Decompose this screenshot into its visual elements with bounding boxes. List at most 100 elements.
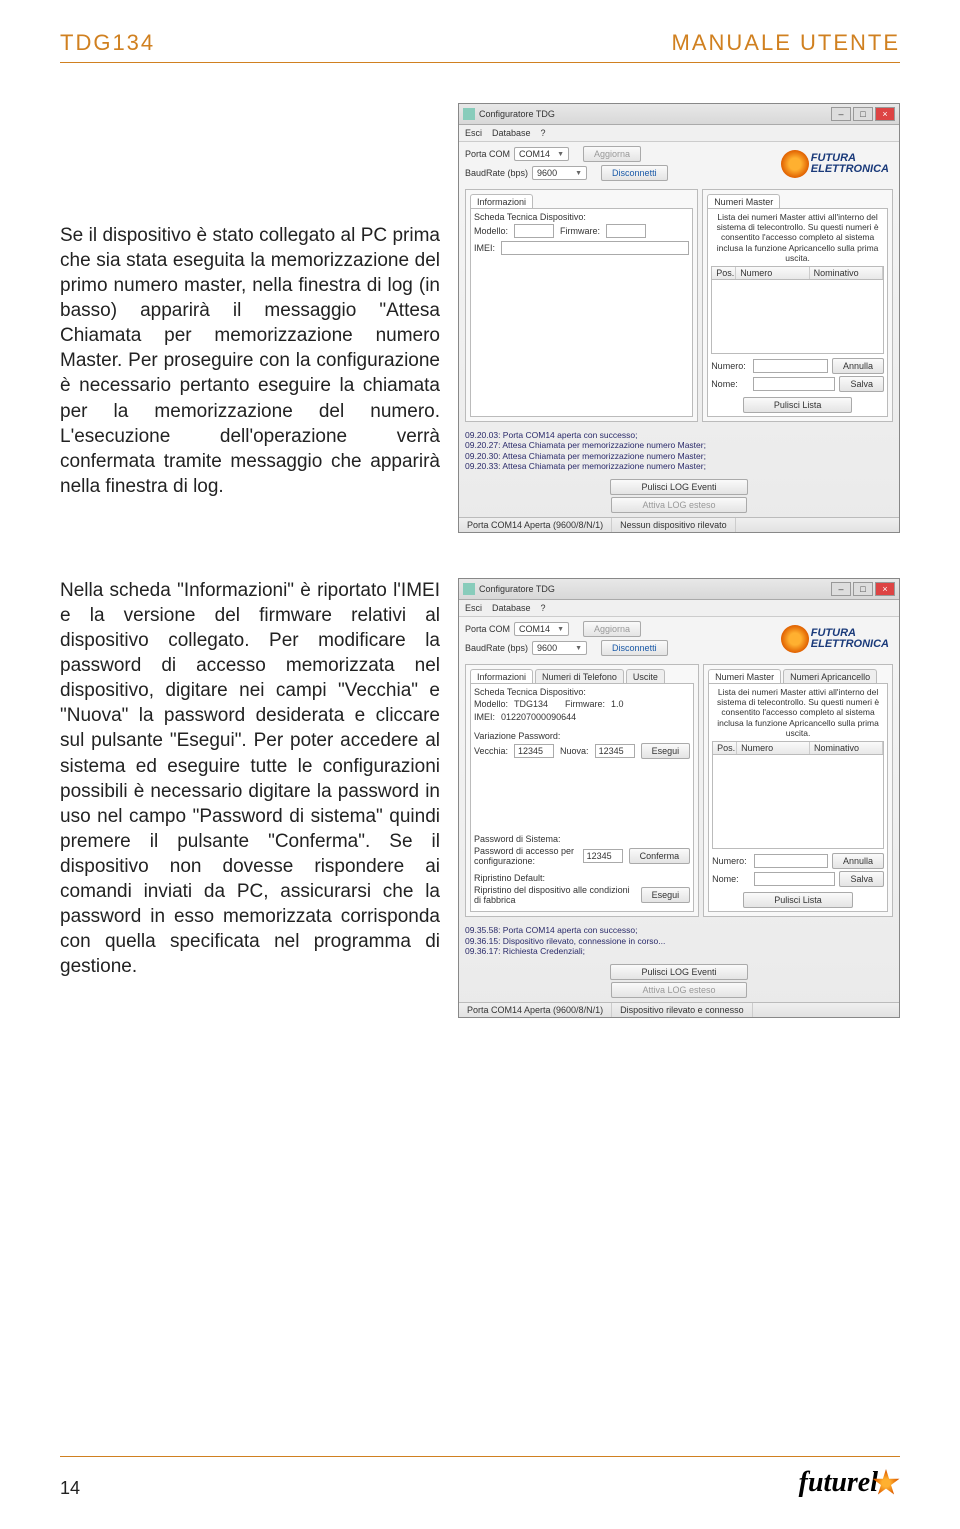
menu-esci[interactable]: Esci xyxy=(465,603,482,613)
pulisci-log-button[interactable]: Pulisci LOG Eventi xyxy=(610,479,747,495)
screenshot-2: Configuratore TDG – □ × Esci Database ? … xyxy=(458,578,900,1018)
nuova-input[interactable]: 12345 xyxy=(595,744,635,758)
paragraph-1: Se il dispositivo è stato collegato al P… xyxy=(60,103,440,499)
close-button[interactable]: × xyxy=(875,582,895,596)
left-panel: Informazioni Scheda Tecnica Dispositivo:… xyxy=(465,189,698,422)
salva-button[interactable]: Salva xyxy=(839,376,884,392)
log-area-2: 09.35.58: Porta COM14 aperta con success… xyxy=(465,925,893,957)
minimize-button[interactable]: – xyxy=(831,107,851,121)
menu-database[interactable]: Database xyxy=(492,603,531,613)
modello-label: Modello: xyxy=(474,699,508,709)
page-number: 14 xyxy=(60,1478,80,1499)
disconnetti-button[interactable]: Disconnetti xyxy=(601,165,668,181)
header-left: TDG134 xyxy=(60,30,155,56)
app-icon xyxy=(463,583,475,595)
baud-combo[interactable]: 9600▼ xyxy=(532,166,587,180)
scheda-title: Scheda Tecnica Dispositivo: xyxy=(474,687,690,697)
top-controls: Porta COM COM14▼ Aggiorna BaudRate (bps)… xyxy=(459,617,899,660)
table-body[interactable] xyxy=(711,280,884,354)
status-device: Dispositivo rilevato e connesso xyxy=(612,1003,753,1017)
disconnetti-button[interactable]: Disconnetti xyxy=(601,640,668,656)
page-header: TDG134 MANUALE UTENTE xyxy=(60,30,900,63)
nome-label: Nome: xyxy=(711,379,749,389)
statusbar: Porta COM14 Aperta (9600/8/N/1) Nessun d… xyxy=(459,517,899,532)
row-2: Nella scheda "Informazioni" è riportato … xyxy=(60,578,900,1018)
numero-input[interactable] xyxy=(754,854,828,868)
header-right: MANUALE UTENTE xyxy=(672,30,900,56)
tab-numeri-master[interactable]: Numeri Master xyxy=(707,194,780,209)
var-pwd-title: Variazione Password: xyxy=(474,731,690,741)
imei-label: IMEI: xyxy=(474,243,495,253)
log-area: 09.20.03: Porta COM14 aperta con success… xyxy=(465,430,893,473)
aggiorna-button[interactable]: Aggiorna xyxy=(583,146,641,162)
baud-label: BaudRate (bps) xyxy=(465,643,528,653)
conferma-button[interactable]: Conferma xyxy=(629,848,691,864)
tab-numeri-tel[interactable]: Numeri di Telefono xyxy=(535,669,624,684)
firmware-value xyxy=(606,224,646,238)
tab-informazioni[interactable]: Informazioni xyxy=(470,669,533,684)
aggiorna-button[interactable]: Aggiorna xyxy=(583,621,641,637)
esegui-button[interactable]: Esegui xyxy=(641,743,691,759)
left-panel-2: Informazioni Numeri di Telefono Uscite S… xyxy=(465,664,699,917)
master-desc: Lista dei numeri Master attivi all'inter… xyxy=(711,212,884,263)
app-icon xyxy=(463,108,475,120)
nome-input[interactable] xyxy=(753,377,835,391)
menubar: Esci Database ? xyxy=(459,125,899,142)
numero-input[interactable] xyxy=(753,359,828,373)
screenshot-1: Configuratore TDG – □ × Esci Database ? … xyxy=(458,103,900,533)
modello-value: TDG134 xyxy=(514,699,559,709)
menu-database[interactable]: Database xyxy=(492,128,531,138)
firmware-label: Firmware: xyxy=(565,699,605,709)
vecchia-label: Vecchia: xyxy=(474,746,508,756)
firmware-label: Firmware: xyxy=(560,226,600,236)
menu-help[interactable]: ? xyxy=(541,128,546,138)
minimize-button[interactable]: – xyxy=(831,582,851,596)
menu-help[interactable]: ? xyxy=(541,603,546,613)
window-title: Configuratore TDG xyxy=(479,109,831,119)
salva-button[interactable]: Salva xyxy=(839,871,884,887)
status-device: Nessun dispositivo rilevato xyxy=(612,518,736,532)
menu-esci[interactable]: Esci xyxy=(465,128,482,138)
imei-label: IMEI: xyxy=(474,712,495,722)
baud-combo[interactable]: 9600▼ xyxy=(532,641,587,655)
ripristino-label: Ripristino del dispositivo alle condizio… xyxy=(474,885,635,905)
status-porta: Porta COM14 Aperta (9600/8/N/1) xyxy=(459,518,612,532)
annulla-button[interactable]: Annulla xyxy=(832,853,884,869)
tab-uscite[interactable]: Uscite xyxy=(626,669,665,684)
pulisci-log-button[interactable]: Pulisci LOG Eventi xyxy=(610,964,747,980)
tab-informazioni[interactable]: Informazioni xyxy=(470,194,533,209)
nome-label: Nome: xyxy=(712,874,750,884)
attiva-log-button[interactable]: Attiva LOG esteso xyxy=(611,497,746,513)
porta-combo[interactable]: COM14▼ xyxy=(514,622,569,636)
modello-value xyxy=(514,224,554,238)
imei-value: 012207000090644 xyxy=(501,712,576,722)
scheda-title: Scheda Tecnica Dispositivo: xyxy=(474,212,689,222)
main-area: Informazioni Scheda Tecnica Dispositivo:… xyxy=(459,185,899,426)
window-titlebar-2: Configuratore TDG – □ × xyxy=(459,579,899,600)
annulla-button[interactable]: Annulla xyxy=(832,358,884,374)
statusbar-2: Porta COM14 Aperta (9600/8/N/1) Disposit… xyxy=(459,1002,899,1017)
ripristino-esegui-button[interactable]: Esegui xyxy=(641,887,691,903)
star-icon xyxy=(781,150,809,178)
close-button[interactable]: × xyxy=(875,107,895,121)
tab-numeri-master[interactable]: Numeri Master xyxy=(708,669,781,684)
maximize-button[interactable]: □ xyxy=(853,582,873,596)
right-panel: Numeri Master Lista dei numeri Master at… xyxy=(702,189,893,422)
window-titlebar: Configuratore TDG – □ × xyxy=(459,104,899,125)
pulisci-lista-button[interactable]: Pulisci Lista xyxy=(743,397,853,413)
porta-combo[interactable]: COM14▼ xyxy=(514,147,569,161)
pulisci-lista-button[interactable]: Pulisci Lista xyxy=(743,892,853,908)
modello-label: Modello: xyxy=(474,226,508,236)
futura-logo: FUTURAELETTRONICA xyxy=(777,150,893,178)
maximize-button[interactable]: □ xyxy=(853,107,873,121)
table-body[interactable] xyxy=(712,755,884,849)
vecchia-input[interactable]: 12345 xyxy=(514,744,554,758)
top-controls: Porta COM COM14▼ Aggiorna BaudRate (bps)… xyxy=(459,142,899,185)
status-porta: Porta COM14 Aperta (9600/8/N/1) xyxy=(459,1003,612,1017)
paragraph-2: Nella scheda "Informazioni" è riportato … xyxy=(60,578,440,979)
nome-input[interactable] xyxy=(754,872,835,886)
star-icon xyxy=(781,625,809,653)
tab-numeri-apri[interactable]: Numeri Apricancello xyxy=(783,669,877,684)
pwd-accesso-input[interactable]: 12345 xyxy=(583,849,623,863)
attiva-log-button[interactable]: Attiva LOG esteso xyxy=(611,982,746,998)
